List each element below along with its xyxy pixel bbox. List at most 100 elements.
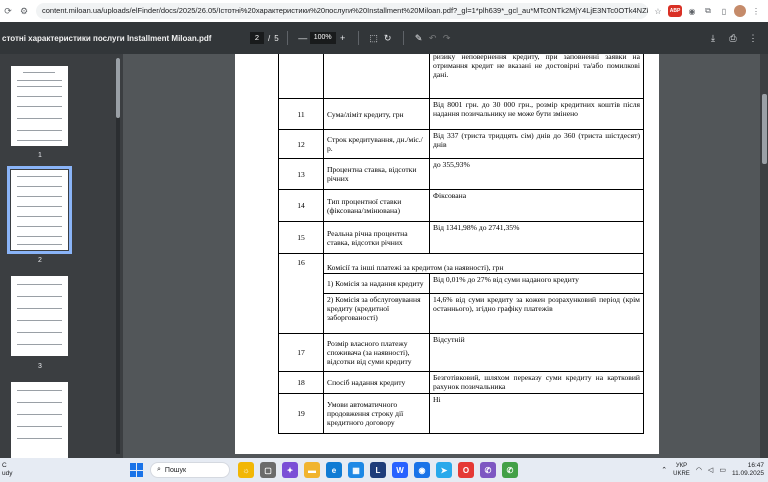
zoom-out-button[interactable]: — — [296, 31, 310, 45]
table-row: ризику неповернення кредиту, при заповне… — [278, 54, 644, 99]
section-header: Комісії та інші платежі за кредитом (за … — [323, 253, 644, 274]
volume-icon[interactable]: ◁ — [708, 466, 713, 474]
table-row: 19 Умови автоматичного продовження строк… — [278, 393, 644, 434]
zoom-in-button[interactable]: + — [336, 31, 350, 45]
row-number: 11 — [278, 98, 324, 130]
table-row: 12 Строк кредитування, дн./міс./р. Від 3… — [278, 129, 644, 159]
table-row: 13 Процентна ставка, відсотки річних до … — [278, 158, 644, 190]
row-value: Ні — [429, 393, 644, 434]
zoom-input[interactable]: 100% — [309, 32, 336, 44]
redo-icon[interactable]: ↷ — [440, 31, 454, 45]
row-number: 17 — [278, 333, 324, 372]
table-row: 2) Комісія за обслуговування кредиту (кр… — [279, 293, 644, 334]
row-number: 14 — [278, 189, 324, 222]
thumbnail-label: 1 — [38, 152, 42, 159]
file-explorer-icon[interactable]: ▬ — [304, 462, 320, 478]
wifi-icon[interactable]: ◠ — [696, 466, 702, 474]
undo-icon[interactable]: ↶ — [426, 31, 440, 45]
bookmark-star-icon[interactable]: ☆ — [652, 5, 664, 17]
site-info-icon[interactable]: ⚙ — [16, 0, 32, 22]
taskbar-search[interactable]: ⌕ Пошук — [150, 462, 230, 478]
page-thumbnail-4[interactable] — [11, 382, 68, 458]
row-name: Розмір власного платежу споживача (за на… — [323, 333, 430, 372]
annotate-pen-icon[interactable]: ✎ — [412, 31, 426, 45]
chrome-icon[interactable]: ◉ — [414, 462, 430, 478]
row-number: 15 — [278, 221, 324, 254]
thumbnail-label: 2 — [38, 257, 42, 264]
page-thumbnail-1[interactable] — [11, 66, 68, 146]
table-row: 17 Розмір власного платежу споживача (за… — [278, 333, 644, 372]
tray-chevron-icon[interactable]: ⌃ — [661, 466, 667, 474]
row-name: Реальна річна процентна ставка, відсотки… — [323, 221, 430, 254]
thumbnail-sidebar: 1 2 3 — [0, 54, 123, 458]
viber-icon[interactable]: ✆ — [480, 462, 496, 478]
system-tray: ⌃ УКР UKRE ◠ ◁ ▭ 16:47 11.09.2025 — [661, 462, 768, 478]
row-value: Від 8001 грн. до 30 000 грн., розмір кре… — [429, 98, 644, 130]
reload-icon[interactable]: ⟳ — [0, 0, 16, 22]
clock-date: 11.09.2025 — [731, 470, 764, 477]
url-field[interactable]: content.miloan.ua/uploads/elFinder/docs/… — [36, 3, 648, 19]
print-icon[interactable]: ⎙ — [726, 31, 740, 45]
edge-icon[interactable]: e — [326, 462, 342, 478]
rotate-icon[interactable]: ↻ — [381, 31, 395, 45]
screen: ⟳ ⚙ content.miloan.ua/uploads/elFinder/d… — [0, 0, 768, 482]
row-value: Від 337 (триста тридцять сім) днів до 36… — [429, 129, 644, 159]
store-icon[interactable]: ▦ — [348, 462, 364, 478]
weather-text: udy — [2, 470, 13, 477]
language-indicator[interactable]: УКР UKRE — [673, 462, 690, 478]
row-value: Від 1341,98% до 2741,35% — [429, 221, 644, 254]
document-scrollbar[interactable] — [760, 54, 768, 458]
toolbar-divider — [286, 31, 288, 45]
page-thumbnail-3[interactable] — [11, 276, 68, 356]
windows-start-icon[interactable] — [130, 463, 144, 477]
current-page-input[interactable]: 2 — [250, 32, 264, 44]
row-value: 14,6% від суми кредиту за кожен розрахун… — [429, 293, 644, 334]
row-value: Безготівковий, шляхом переказу суми кред… — [429, 371, 644, 394]
more-options-icon[interactable]: ⋮ — [746, 31, 760, 45]
extension-icon[interactable]: ◉ — [686, 5, 698, 17]
adblock-extension-icon[interactable]: ABP — [668, 5, 682, 17]
battery-icon[interactable]: ▭ — [719, 466, 726, 474]
fit-page-icon[interactable]: ⬚ — [367, 31, 381, 45]
page-thumbnail-2[interactable] — [7, 166, 72, 254]
characteristics-table: ризику неповернення кредиту, при заповне… — [278, 54, 644, 434]
widgets-icon[interactable]: ☼ — [238, 462, 254, 478]
copilot-icon[interactable]: ✦ — [282, 462, 298, 478]
word-icon[interactable]: W — [392, 462, 408, 478]
page-separator: / — [268, 33, 271, 43]
row-name: Сума/ліміт кредиту, грн — [323, 98, 430, 130]
weather-widget[interactable]: С udy — [0, 462, 130, 478]
toolbar-divider — [402, 31, 404, 45]
row-name: Спосіб надання кредиту — [323, 371, 430, 394]
download-icon[interactable]: ⤓ — [706, 31, 720, 45]
table-row: 14 Тип процентної ставки (фіксована/змін… — [278, 189, 644, 222]
pdf-title: стотні характеристики послуги Installmen… — [2, 33, 212, 43]
sidepanel-icon[interactable]: ▯ — [718, 5, 730, 17]
table-row: 11 Сума/ліміт кредиту, грн Від 8001 грн.… — [278, 98, 644, 130]
row-name: Умови автоматичного продовження строку д… — [323, 393, 430, 434]
row-value: Відсутній — [429, 333, 644, 372]
table-cell: ризику неповернення кредиту, при заповне… — [429, 54, 644, 99]
row-value: Фіксована — [429, 189, 644, 222]
table-row: 15 Реальна річна процентна ставка, відсо… — [278, 221, 644, 254]
task-view-icon[interactable]: ▢ — [260, 462, 276, 478]
weather-temp: С — [2, 462, 7, 469]
lang-bottom: UKRE — [673, 471, 690, 477]
clock[interactable]: 16:47 11.09.2025 — [732, 462, 764, 478]
row-name: Процентна ставка, відсотки річних — [323, 158, 430, 190]
row-name: Строк кредитування, дн./міс./р. — [323, 129, 430, 159]
table-row: 1) Комісія за надання кредиту Від 0,01% … — [279, 273, 644, 294]
whatsapp-icon[interactable]: ✆ — [502, 462, 518, 478]
row-number: 13 — [278, 158, 324, 190]
app-l-icon[interactable]: L — [370, 462, 386, 478]
profile-avatar[interactable] — [734, 5, 746, 17]
document-viewer: ризику неповернення кредиту, при заповне… — [123, 54, 768, 458]
menu-kebab-icon[interactable]: ⋮ — [750, 5, 762, 17]
extensions-puzzle-icon[interactable]: ⧉ — [702, 5, 714, 17]
row-number: 18 — [278, 371, 324, 394]
opera-icon[interactable]: O — [458, 462, 474, 478]
pdf-toolbar: стотні характеристики послуги Installmen… — [0, 22, 768, 54]
telegram-icon[interactable]: ➤ — [436, 462, 452, 478]
row-value: Від 0,01% до 27% від суми наданого креди… — [429, 273, 644, 294]
sidebar-scrollbar[interactable] — [116, 58, 120, 454]
